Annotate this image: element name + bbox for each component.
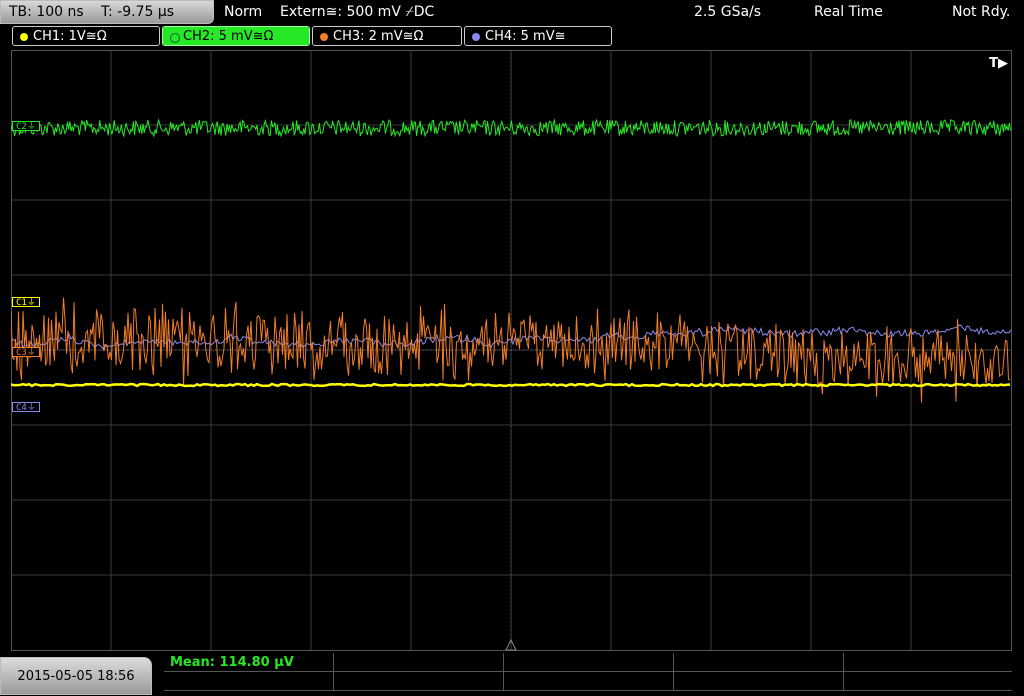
ch3-dot-icon (320, 33, 328, 41)
sample-rate: 2.5 GSa/s (694, 4, 762, 20)
waveform-canvas (11, 50, 1012, 651)
status-bar: TB: 100 ns T: -9.75 µs Norm Extern≅: 500… (0, 0, 1024, 24)
c4-ground-marker[interactable]: C4⏚ (12, 402, 40, 413)
tab-ch3-label: CH3: 2 mV≅Ω (333, 29, 424, 44)
tab-ch4[interactable]: CH4: 5 mV≅ (464, 26, 612, 46)
trigger-mode[interactable]: Norm (224, 0, 262, 24)
acquisition-mode: Real Time (814, 4, 883, 20)
ch1-dot-icon (20, 33, 28, 41)
tab-ch1[interactable]: CH1: 1V≅Ω (12, 26, 160, 46)
trigger-source[interactable]: Extern≅: 500 mV ⌿DC (280, 0, 434, 24)
measurement-table[interactable]: Mean: 114.80 µV (164, 653, 1012, 691)
timebase-box[interactable]: TB: 100 ns T: -9.75 µs (0, 0, 214, 24)
trigger-time-label: T: -9.75 µs (101, 4, 175, 20)
ch2-dot-icon (170, 33, 180, 43)
trigger-level-marker[interactable]: T▶ (989, 56, 1008, 71)
waveform-display[interactable] (11, 50, 1012, 651)
ch4-dot-icon (472, 33, 480, 41)
timebase-label: TB: 100 ns (9, 4, 84, 20)
tab-ch1-label: CH1: 1V≅Ω (33, 29, 107, 44)
acquisition-state: Not Rdy. (952, 4, 1011, 20)
channel-tabs: CH1: 1V≅Ω CH2: 5 mV≅Ω CH3: 2 mV≅Ω CH4: 5… (0, 26, 1024, 48)
c2-ground-marker[interactable]: C2⏚ (12, 121, 40, 132)
datetime-box: 2015-05-05 18:56 (0, 657, 152, 695)
tab-ch4-label: CH4: 5 mV≅ (485, 29, 566, 44)
c1-ground-marker[interactable]: C1⏚ (12, 297, 40, 308)
measure-cell (504, 653, 674, 691)
tab-ch2-label: CH2: 5 mV≅Ω (183, 29, 274, 44)
measure-cell (674, 653, 844, 691)
ch1-trace (11, 382, 1011, 388)
c3-ground-marker[interactable]: C3⏚ (12, 347, 40, 358)
measure-cell (334, 653, 504, 691)
datetime-label: 2015-05-05 18:56 (17, 669, 135, 684)
tab-ch3[interactable]: CH3: 2 mV≅Ω (312, 26, 462, 46)
tab-ch2[interactable]: CH2: 5 mV≅Ω (162, 26, 310, 46)
mean-measurement: Mean: 114.80 µV (170, 655, 294, 670)
